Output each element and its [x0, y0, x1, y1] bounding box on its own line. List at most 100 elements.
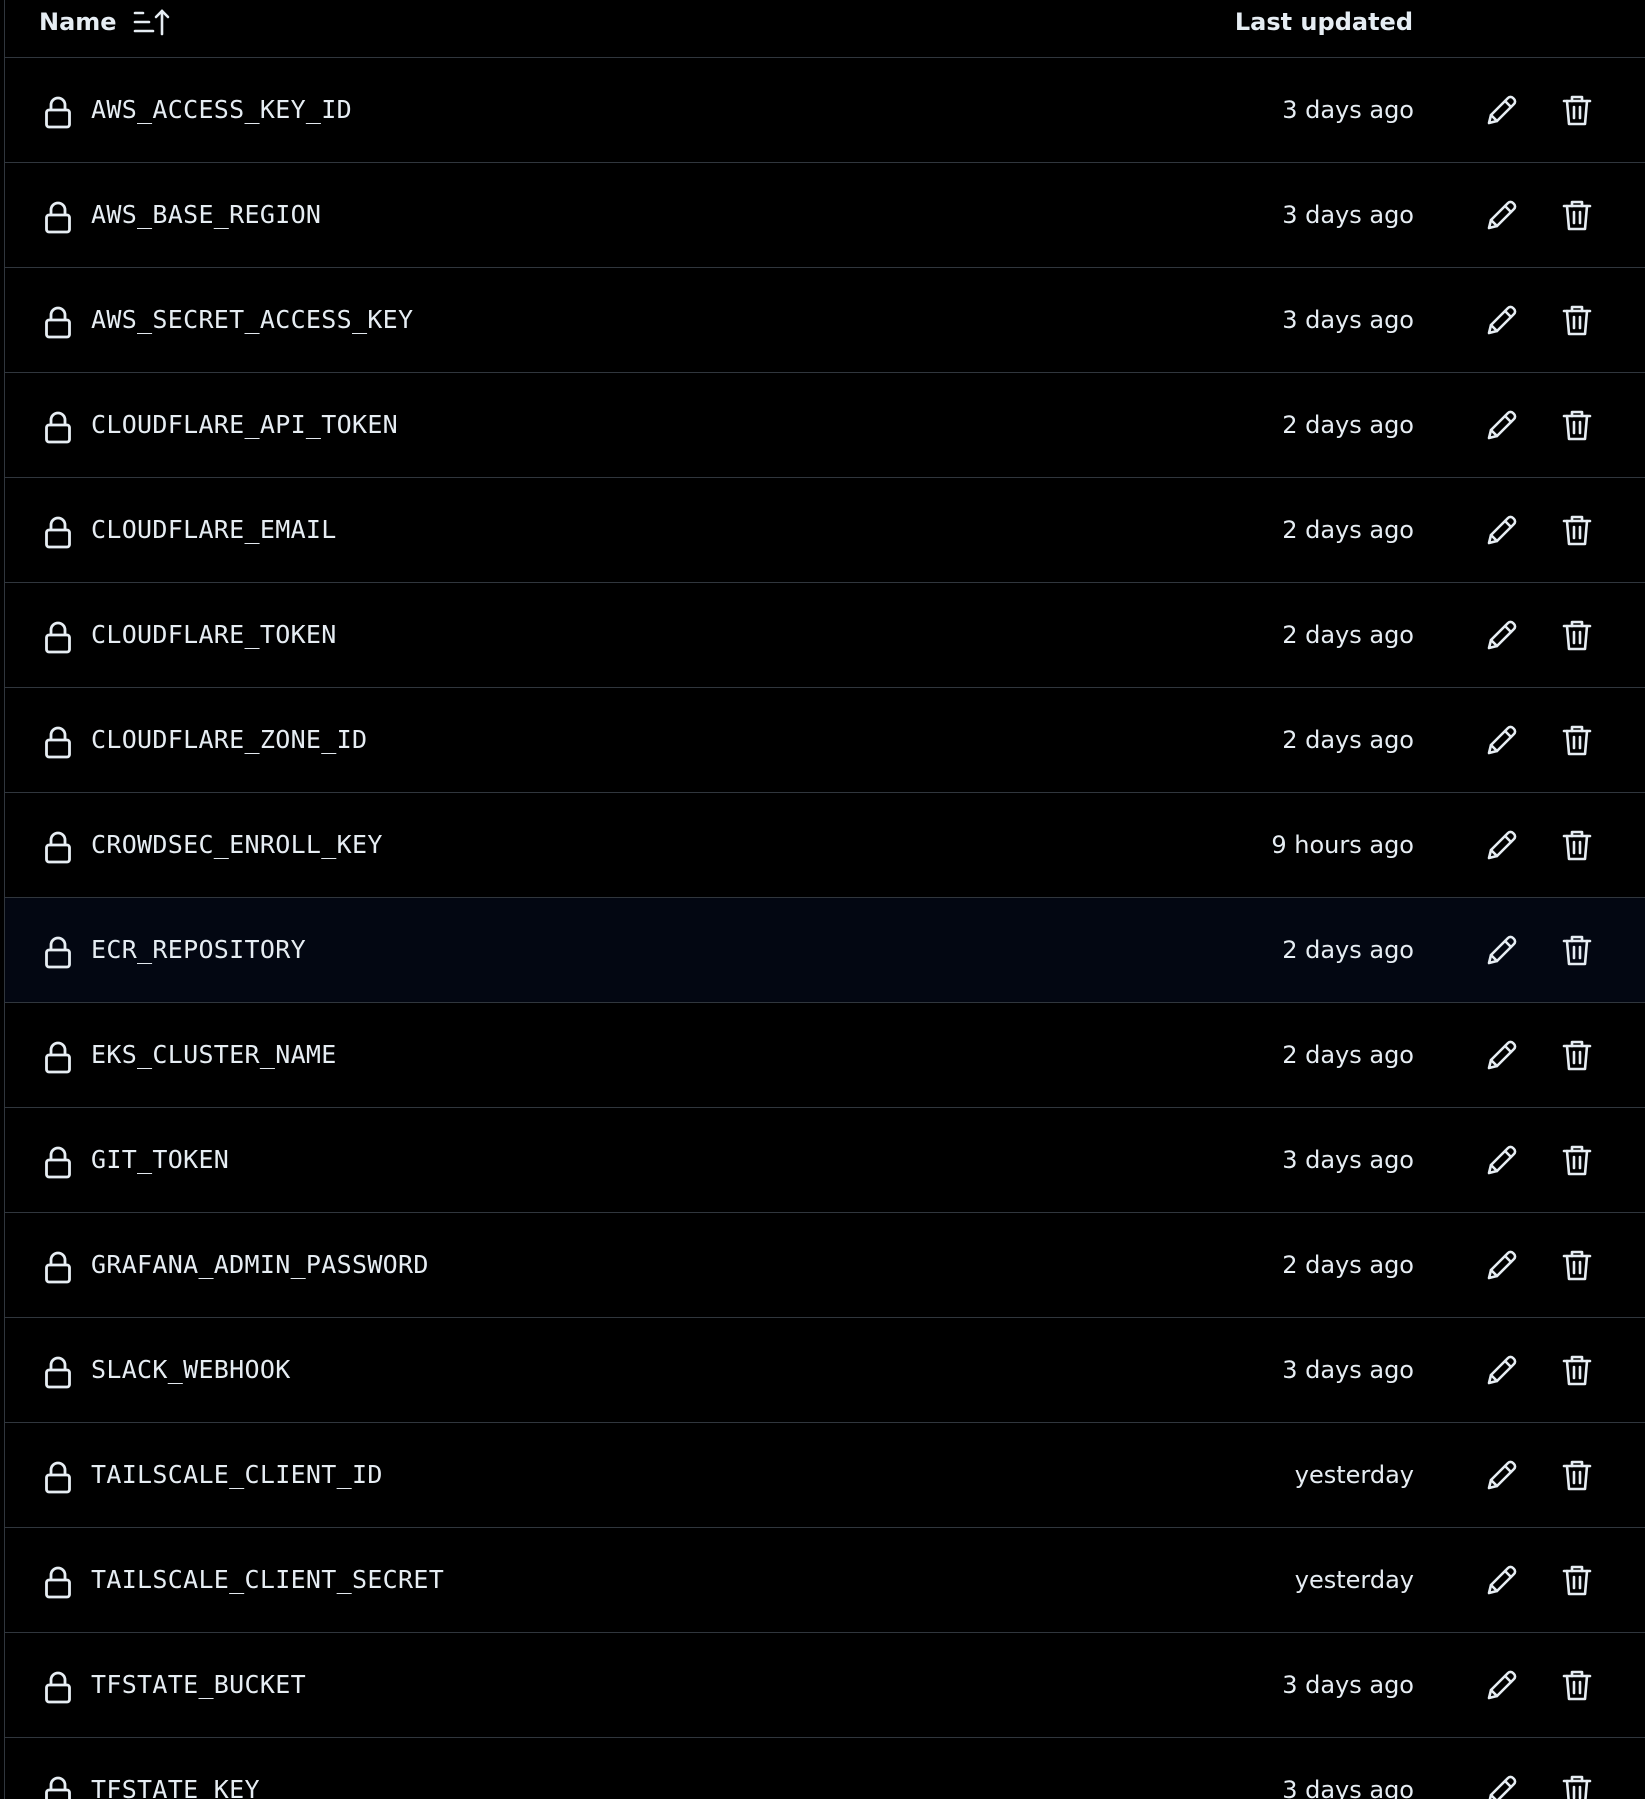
lock-icon [43, 1670, 73, 1705]
trash-icon [1557, 1561, 1597, 1601]
delete-button[interactable] [1557, 1351, 1597, 1391]
secret-row: CLOUDFLARE_EMAIL 2 days ago [5, 478, 1645, 583]
lock-icon [43, 725, 73, 760]
secret-row: CROWDSEC_ENROLL_KEY 9 hours ago [5, 793, 1645, 898]
delete-button[interactable] [1557, 1246, 1597, 1286]
edit-button[interactable] [1481, 931, 1521, 971]
sort-ascending-icon[interactable] [133, 7, 171, 37]
trash-icon [1557, 1036, 1597, 1076]
delete-button[interactable] [1557, 1456, 1597, 1496]
edit-button[interactable] [1481, 91, 1521, 131]
trash-icon [1557, 406, 1597, 446]
edit-button[interactable] [1481, 1666, 1521, 1706]
secret-last-updated: 9 hours ago [1271, 831, 1414, 859]
secret-name: GIT_TOKEN [91, 1145, 230, 1174]
pencil-icon [1481, 1036, 1521, 1076]
secret-name: TAILSCALE_CLIENT_SECRET [91, 1565, 445, 1594]
delete-button[interactable] [1557, 1141, 1597, 1181]
edit-button[interactable] [1481, 616, 1521, 656]
secret-row: EKS_CLUSTER_NAME 2 days ago [5, 1003, 1645, 1108]
lock-icon [43, 200, 73, 235]
secret-row: SLACK_WEBHOOK 3 days ago [5, 1318, 1645, 1423]
secret-name: CLOUDFLARE_EMAIL [91, 515, 337, 544]
pencil-icon [1481, 1141, 1521, 1181]
secret-last-updated: 2 days ago [1282, 1041, 1414, 1069]
lock-icon [43, 95, 73, 130]
edit-button[interactable] [1481, 1246, 1521, 1286]
edit-button[interactable] [1481, 406, 1521, 446]
secret-last-updated: yesterday [1294, 1566, 1414, 1594]
pencil-icon [1481, 1771, 1521, 1799]
edit-button[interactable] [1481, 721, 1521, 761]
lock-icon [43, 1145, 73, 1180]
lock-icon [43, 1775, 73, 1799]
secret-row: GRAFANA_ADMIN_PASSWORD 2 days ago [5, 1213, 1645, 1318]
secret-row: TFSTATE_BUCKET 3 days ago [5, 1633, 1645, 1738]
edit-button[interactable] [1481, 196, 1521, 236]
secret-name: TAILSCALE_CLIENT_ID [91, 1460, 383, 1489]
delete-button[interactable] [1557, 616, 1597, 656]
secret-row: TAILSCALE_CLIENT_SECRET yesterday [5, 1528, 1645, 1633]
delete-button[interactable] [1557, 91, 1597, 131]
secret-name: GRAFANA_ADMIN_PASSWORD [91, 1250, 429, 1279]
trash-icon [1557, 1246, 1597, 1286]
delete-button[interactable] [1557, 301, 1597, 341]
trash-icon [1557, 826, 1597, 866]
secret-last-updated: 3 days ago [1282, 201, 1414, 229]
secret-last-updated: 2 days ago [1282, 936, 1414, 964]
delete-button[interactable] [1557, 1561, 1597, 1601]
pencil-icon [1481, 1351, 1521, 1391]
secret-row: CLOUDFLARE_API_TOKEN 2 days ago [5, 373, 1645, 478]
delete-button[interactable] [1557, 721, 1597, 761]
trash-icon [1557, 931, 1597, 971]
trash-icon [1557, 1141, 1597, 1181]
secret-name: ECR_REPOSITORY [91, 935, 306, 964]
edit-button[interactable] [1481, 511, 1521, 551]
column-header-last-updated: Last updated [1234, 8, 1413, 36]
delete-button[interactable] [1557, 406, 1597, 446]
edit-button[interactable] [1481, 1351, 1521, 1391]
edit-button[interactable] [1481, 826, 1521, 866]
trash-icon [1557, 616, 1597, 656]
pencil-icon [1481, 301, 1521, 341]
secret-name: CLOUDFLARE_ZONE_ID [91, 725, 368, 754]
secret-row: AWS_SECRET_ACCESS_KEY 3 days ago [5, 268, 1645, 373]
edit-button[interactable] [1481, 1561, 1521, 1601]
column-header-name[interactable]: Name [39, 5, 117, 39]
secret-last-updated: 2 days ago [1282, 1251, 1414, 1279]
pencil-icon [1481, 91, 1521, 131]
lock-icon [43, 935, 73, 970]
secret-name: TFSTATE_BUCKET [91, 1670, 306, 1699]
secret-last-updated: 3 days ago [1282, 96, 1414, 124]
secrets-list: AWS_ACCESS_KEY_ID 3 days ago AWS_BASE_RE… [5, 58, 1645, 1799]
secret-name: CROWDSEC_ENROLL_KEY [91, 830, 383, 859]
trash-icon [1557, 1666, 1597, 1706]
secret-name: AWS_BASE_REGION [91, 200, 322, 229]
secret-last-updated: 2 days ago [1282, 726, 1414, 754]
delete-button[interactable] [1557, 1771, 1597, 1799]
secret-row: TAILSCALE_CLIENT_ID yesterday [5, 1423, 1645, 1528]
edit-button[interactable] [1481, 301, 1521, 341]
edit-button[interactable] [1481, 1456, 1521, 1496]
delete-button[interactable] [1557, 826, 1597, 866]
edit-button[interactable] [1481, 1141, 1521, 1181]
trash-icon [1557, 511, 1597, 551]
delete-button[interactable] [1557, 1666, 1597, 1706]
lock-icon [43, 1355, 73, 1390]
edit-button[interactable] [1481, 1036, 1521, 1076]
delete-button[interactable] [1557, 196, 1597, 236]
delete-button[interactable] [1557, 511, 1597, 551]
edit-button[interactable] [1481, 1771, 1521, 1799]
pencil-icon [1481, 1456, 1521, 1496]
pencil-icon [1481, 196, 1521, 236]
delete-button[interactable] [1557, 931, 1597, 971]
secret-last-updated: 3 days ago [1282, 1671, 1414, 1699]
table-header: Name Last updated [5, 0, 1645, 58]
pencil-icon [1481, 826, 1521, 866]
secret-last-updated: 2 days ago [1282, 621, 1414, 649]
trash-icon [1557, 1771, 1597, 1799]
pencil-icon [1481, 1561, 1521, 1601]
pencil-icon [1481, 406, 1521, 446]
delete-button[interactable] [1557, 1036, 1597, 1076]
lock-icon [43, 1565, 73, 1600]
